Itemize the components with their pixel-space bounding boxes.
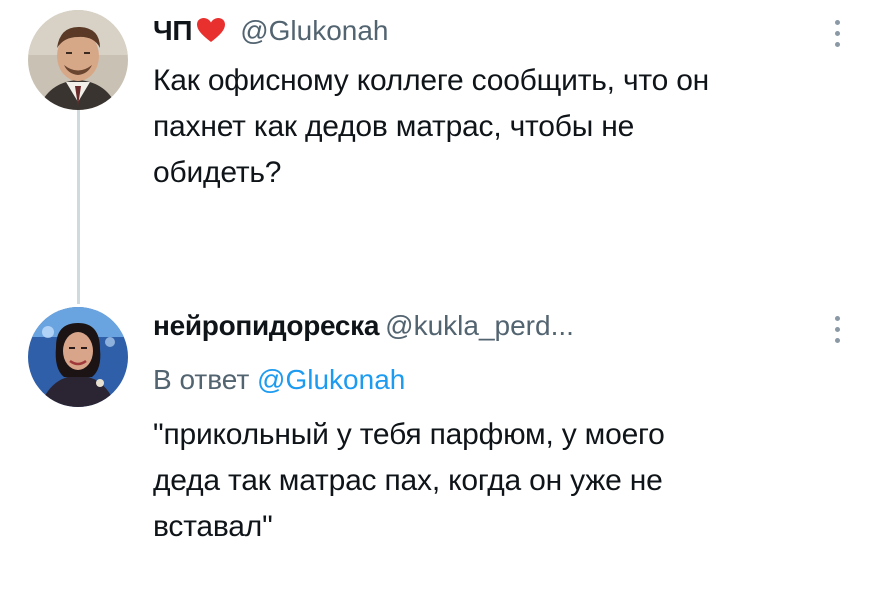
tweet-text-line: деда так матрас пах, когда он уже не: [153, 464, 663, 497]
tweet-text-line: пахнет как дедов матрас, чтобы не: [153, 110, 635, 143]
reply-prefix: В ответ: [153, 364, 250, 395]
heart-icon: [196, 17, 226, 43]
avatar-photo-icon: [28, 10, 128, 110]
more-options-icon[interactable]: [832, 316, 842, 350]
display-name[interactable]: нейропидореска: [153, 310, 379, 342]
tweet-text-line: "прикольный у тебя парфюм, у моего: [153, 418, 665, 451]
reply-context: В ответ @Glukonah: [153, 364, 405, 396]
user-handle[interactable]: @kukla_perd...: [385, 310, 574, 342]
avatar[interactable]: [28, 10, 128, 110]
tweet-text-line: Как офисному коллеге сообщить, что он: [153, 64, 710, 97]
tweet-text-line: обидеть?: [153, 156, 282, 189]
reply-mention-link[interactable]: @Glukonah: [257, 364, 405, 395]
display-name[interactable]: ЧП: [153, 15, 193, 47]
tweet-text-line: вставал": [153, 510, 273, 543]
user-handle[interactable]: @Glukonah: [240, 15, 388, 47]
tweet-header: ЧП @Glukonah: [153, 14, 389, 47]
tweet-header: нейропидореска @kukla_perd...: [153, 310, 574, 342]
avatar[interactable]: [28, 307, 128, 407]
thread-connector-line: [77, 108, 80, 304]
more-options-icon[interactable]: [832, 20, 842, 54]
tweet-text: "прикольный у тебя парфюм, у моего деда …: [153, 412, 853, 550]
tweet-text: Как офисному коллеге сообщить, что он па…: [153, 58, 873, 196]
avatar-photo-icon: [28, 307, 128, 407]
